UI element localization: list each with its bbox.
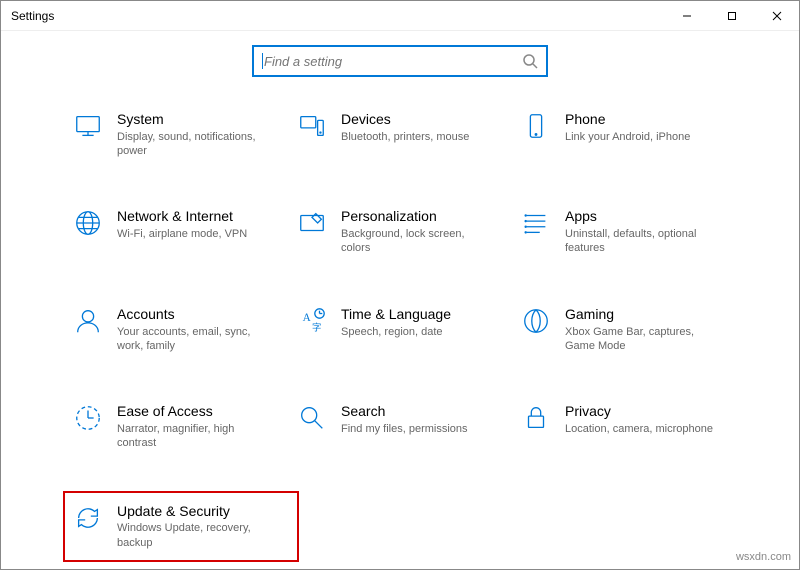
- tile-sub: Find my files, permissions: [341, 422, 468, 436]
- settings-grid: System Display, sound, notifications, po…: [1, 107, 799, 556]
- tile-label: Gaming: [565, 306, 715, 323]
- text-caret: [262, 53, 263, 69]
- tile-label: Devices: [341, 111, 469, 128]
- tile-sub: Link your Android, iPhone: [565, 130, 690, 144]
- tile-label: Accounts: [117, 306, 267, 323]
- tile-label: Ease of Access: [117, 403, 267, 420]
- ease-of-access-icon: [73, 403, 103, 433]
- tile-privacy[interactable]: Privacy Location, camera, microphone: [517, 399, 741, 454]
- tile-label: System: [117, 111, 267, 128]
- svg-text:A: A: [303, 312, 312, 324]
- apps-icon: [521, 208, 551, 238]
- svg-text:字: 字: [312, 321, 321, 333]
- search-input[interactable]: [262, 53, 522, 70]
- tile-label: Phone: [565, 111, 690, 128]
- time-language-icon: A 字: [297, 306, 327, 336]
- tile-network[interactable]: Network & Internet Wi-Fi, airplane mode,…: [69, 204, 293, 259]
- tile-devices[interactable]: Devices Bluetooth, printers, mouse: [293, 107, 517, 162]
- close-button[interactable]: [754, 1, 799, 31]
- tile-accounts[interactable]: Accounts Your accounts, email, sync, wor…: [69, 302, 293, 357]
- phone-icon: [521, 111, 551, 141]
- tile-sub: Location, camera, microphone: [565, 422, 713, 436]
- tile-system[interactable]: System Display, sound, notifications, po…: [69, 107, 293, 162]
- titlebar: Settings: [1, 1, 799, 31]
- tile-personalization[interactable]: Personalization Background, lock screen,…: [293, 204, 517, 259]
- watermark: wsxdn.com: [736, 551, 791, 563]
- search-box[interactable]: [252, 45, 548, 77]
- tile-label: Privacy: [565, 403, 713, 420]
- tile-sub: Narrator, magnifier, high contrast: [117, 422, 267, 451]
- tile-phone[interactable]: Phone Link your Android, iPhone: [517, 107, 741, 162]
- tile-sub: Speech, region, date: [341, 325, 451, 339]
- tile-ease-of-access[interactable]: Ease of Access Narrator, magnifier, high…: [69, 399, 293, 454]
- tile-label: Personalization: [341, 208, 491, 225]
- tile-label: Network & Internet: [117, 208, 247, 225]
- tile-sub: Background, lock screen, colors: [341, 227, 491, 256]
- tile-apps[interactable]: Apps Uninstall, defaults, optional featu…: [517, 204, 741, 259]
- tile-label: Time & Language: [341, 306, 451, 323]
- globe-icon: [73, 208, 103, 238]
- tile-sub: Uninstall, defaults, optional features: [565, 227, 715, 256]
- devices-icon: [297, 111, 327, 141]
- tile-search[interactable]: Search Find my files, permissions: [293, 399, 517, 454]
- tile-label: Update & Security: [117, 503, 267, 520]
- accounts-icon: [73, 306, 103, 336]
- window-title: Settings: [11, 9, 54, 23]
- tile-sub: Bluetooth, printers, mouse: [341, 130, 469, 144]
- maximize-button[interactable]: [709, 1, 754, 31]
- tile-sub: Xbox Game Bar, captures, Game Mode: [565, 325, 715, 354]
- personalization-icon: [297, 208, 327, 238]
- minimize-button[interactable]: [664, 1, 709, 31]
- search-icon: [522, 53, 538, 69]
- tile-label: Apps: [565, 208, 715, 225]
- tile-label: Search: [341, 403, 468, 420]
- tile-time-language[interactable]: A 字 Time & Language Speech, region, date: [293, 302, 517, 357]
- tile-sub: Wi-Fi, airplane mode, VPN: [117, 227, 247, 241]
- gaming-icon: [521, 306, 551, 336]
- window-controls: [664, 1, 799, 31]
- privacy-icon: [521, 403, 551, 433]
- tile-update-security[interactable]: Update & Security Windows Update, recove…: [69, 497, 293, 556]
- update-icon: [73, 503, 103, 533]
- settings-window: Settings Sy: [0, 0, 800, 570]
- tile-sub: Your accounts, email, sync, work, family: [117, 325, 267, 354]
- tile-gaming[interactable]: Gaming Xbox Game Bar, captures, Game Mod…: [517, 302, 741, 357]
- tile-sub: Display, sound, notifications, power: [117, 130, 267, 159]
- search-category-icon: [297, 403, 327, 433]
- system-icon: [73, 111, 103, 141]
- tile-sub: Windows Update, recovery, backup: [117, 521, 267, 550]
